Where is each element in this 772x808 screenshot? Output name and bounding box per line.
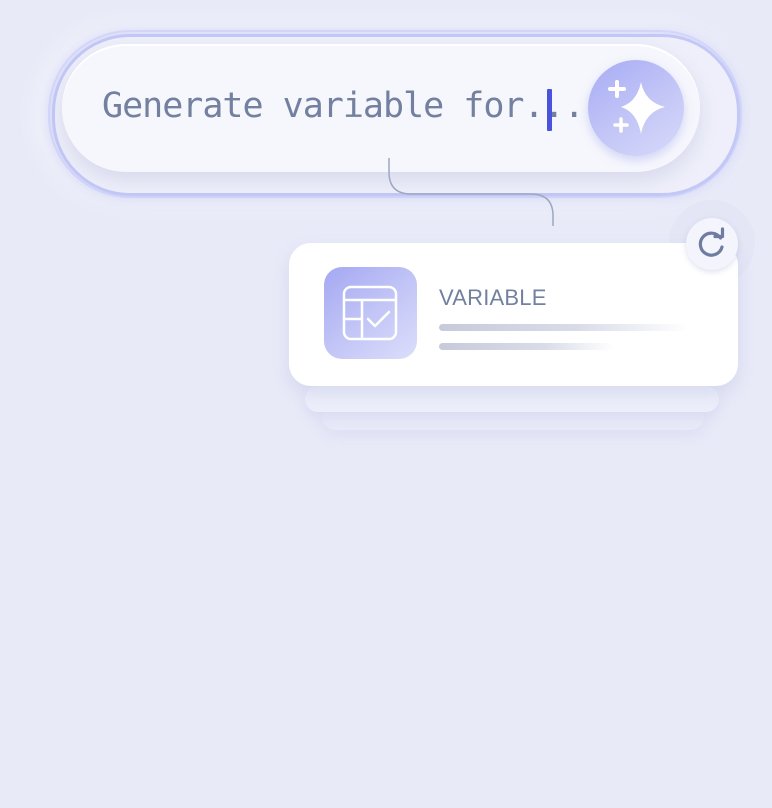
placeholder-line-1 <box>439 324 689 331</box>
card-title: VARIABLE <box>439 285 547 310</box>
refresh-icon <box>698 227 725 257</box>
variable-type-icon <box>324 267 417 359</box>
placeholder-line-2 <box>439 343 614 350</box>
refresh-button[interactable] <box>686 218 738 270</box>
card-stack-shadow-front <box>305 386 719 412</box>
table-check-icon <box>342 285 398 341</box>
